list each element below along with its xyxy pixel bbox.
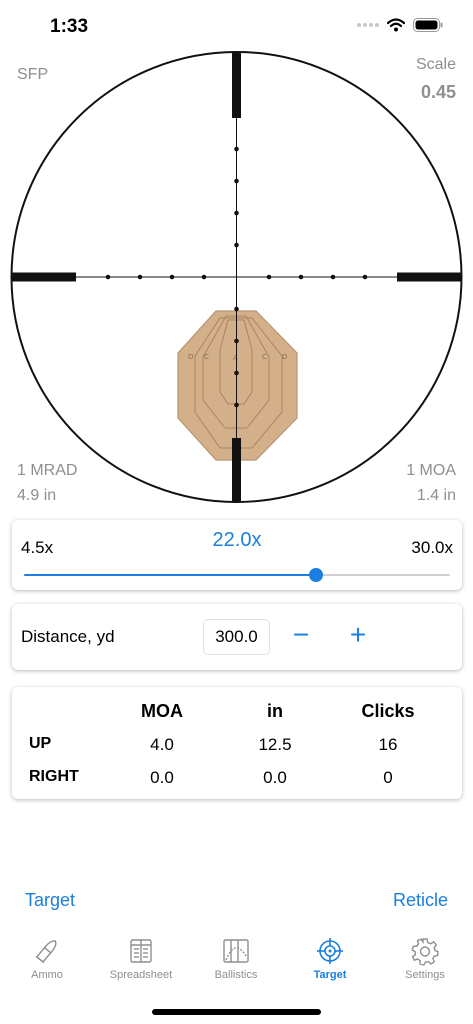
post-top	[232, 52, 241, 118]
post-right	[397, 272, 461, 282]
corrections-header-row: MOA in Clicks	[12, 701, 462, 731]
crosshair-icon	[317, 938, 343, 964]
distance-decrement-button[interactable]: −	[283, 618, 319, 654]
mrad-unit-label: 1 MRAD	[17, 462, 78, 479]
row-label-up: UP	[29, 735, 52, 752]
spreadsheet-icon	[130, 939, 152, 963]
footer-links: Target Reticle	[0, 890, 473, 918]
tab-spreadsheet[interactable]: Spreadsheet	[94, 936, 188, 992]
right-moa-value: 0.0	[150, 768, 174, 787]
battery-icon	[413, 18, 443, 32]
column-header-moa: MOA	[141, 701, 183, 721]
up-in-value: 12.5	[258, 735, 292, 754]
zoom-max-label: 30.0x	[411, 538, 453, 557]
up-clicks-value: 16	[378, 735, 398, 754]
home-indicator	[152, 1009, 321, 1015]
row-label-right: RIGHT	[29, 768, 79, 785]
zoom-slider[interactable]	[24, 568, 450, 582]
distance-label: Distance, yd	[21, 627, 115, 646]
table-row: RIGHT 0.0 0.0 0	[12, 768, 462, 798]
slider-thumb[interactable]	[309, 568, 324, 582]
scale-label: Scale	[415, 56, 456, 73]
up-moa-value: 4.0	[150, 735, 174, 754]
tab-label: Spreadsheet	[109, 969, 173, 981]
tab-label: Target	[313, 969, 347, 981]
column-header-in: in	[267, 701, 283, 721]
post-left	[12, 272, 76, 282]
target-ring-label: D	[188, 353, 193, 361]
moa-unit-label: 1 MOA	[406, 462, 456, 479]
target-ring-label: D	[282, 353, 287, 361]
mrad-size-label: 4.9 in	[17, 487, 57, 504]
focal-plane-label: SFP	[17, 66, 49, 83]
target-ring-label: C	[262, 353, 267, 361]
tab-label: Settings	[405, 969, 445, 981]
right-clicks-value: 0	[383, 768, 393, 787]
column-header-clicks: Clicks	[361, 701, 415, 721]
target-link[interactable]: Target	[25, 890, 75, 911]
scale-value: 0.45	[420, 82, 456, 102]
moa-size-label: 1.4 in	[416, 487, 456, 504]
scope-view[interactable]: D C A C D SFP Scale 0.45 1 MRAD 4.9 in 1…	[0, 44, 473, 510]
tab-settings[interactable]: Settings	[378, 936, 472, 992]
post-bottom	[232, 438, 241, 501]
bullet-icon	[35, 940, 57, 964]
slider-fill	[24, 574, 317, 576]
distance-increment-button[interactable]: +	[340, 618, 376, 654]
distance-input[interactable]: 300.0	[203, 619, 270, 655]
table-row: UP 4.0 12.5 16	[12, 735, 462, 765]
status-time: 1:33	[50, 16, 89, 37]
reticle-svg: D C A C D	[10, 51, 463, 503]
zoom-current-label: 22.0x	[212, 529, 262, 551]
status-icons	[357, 18, 443, 32]
wifi-icon	[387, 18, 405, 32]
ballistics-chart-icon	[223, 939, 249, 963]
reticle-link[interactable]: Reticle	[393, 890, 448, 911]
corrections-card: MOA in Clicks UP 4.0 12.5 16 RIGHT 0.0 0…	[12, 687, 462, 799]
target-silhouette: D C A C D	[177, 310, 298, 461]
zoom-card: 4.5x 22.0x 30.0x	[12, 520, 462, 590]
tab-target[interactable]: Target	[283, 936, 377, 992]
gear-icon	[411, 938, 439, 966]
tab-label: Ballistics	[214, 969, 258, 981]
cellular-signal-icon	[357, 23, 379, 27]
target-ring-label: C	[204, 353, 209, 361]
tab-ammo[interactable]: Ammo	[0, 936, 94, 992]
right-in-value: 0.0	[263, 768, 287, 787]
distance-card: Distance, yd 300.0 − +	[12, 604, 462, 670]
tab-label: Ammo	[31, 969, 63, 981]
target-ring-label: A	[233, 354, 238, 362]
tab-ballistics[interactable]: Ballistics	[189, 936, 283, 992]
